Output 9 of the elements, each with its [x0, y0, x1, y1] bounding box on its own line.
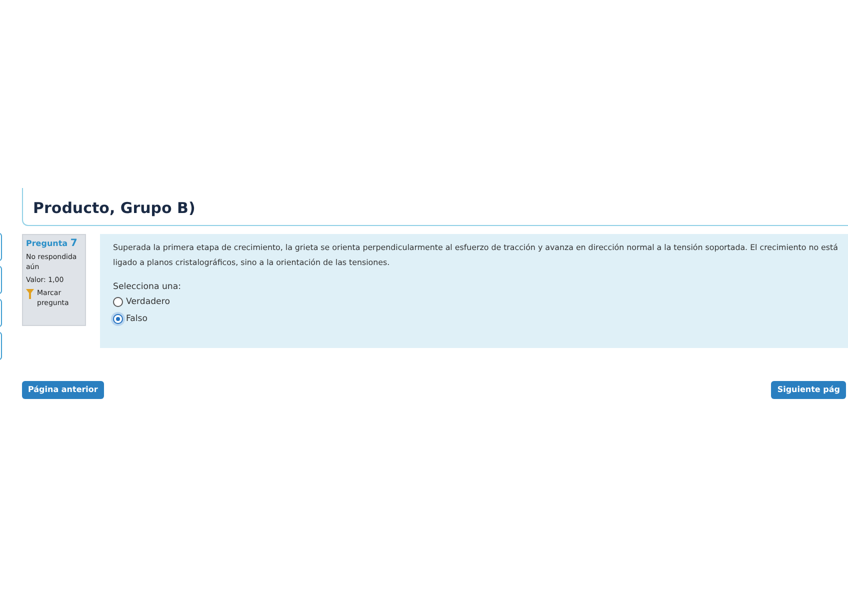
page-title: Producto, Grupo B)	[33, 199, 196, 217]
option-label[interactable]: Verdadero	[126, 297, 170, 307]
next-page-button[interactable]: Siguiente pág	[771, 381, 846, 399]
radio-button[interactable]	[113, 314, 123, 324]
previous-page-button[interactable]: Página anterior	[22, 381, 104, 399]
answer-prompt: Selecciona una:	[113, 282, 182, 292]
question-number: Pregunta 7	[26, 238, 78, 249]
option-label[interactable]: Falso	[126, 314, 148, 324]
radio-button[interactable]	[113, 297, 123, 307]
